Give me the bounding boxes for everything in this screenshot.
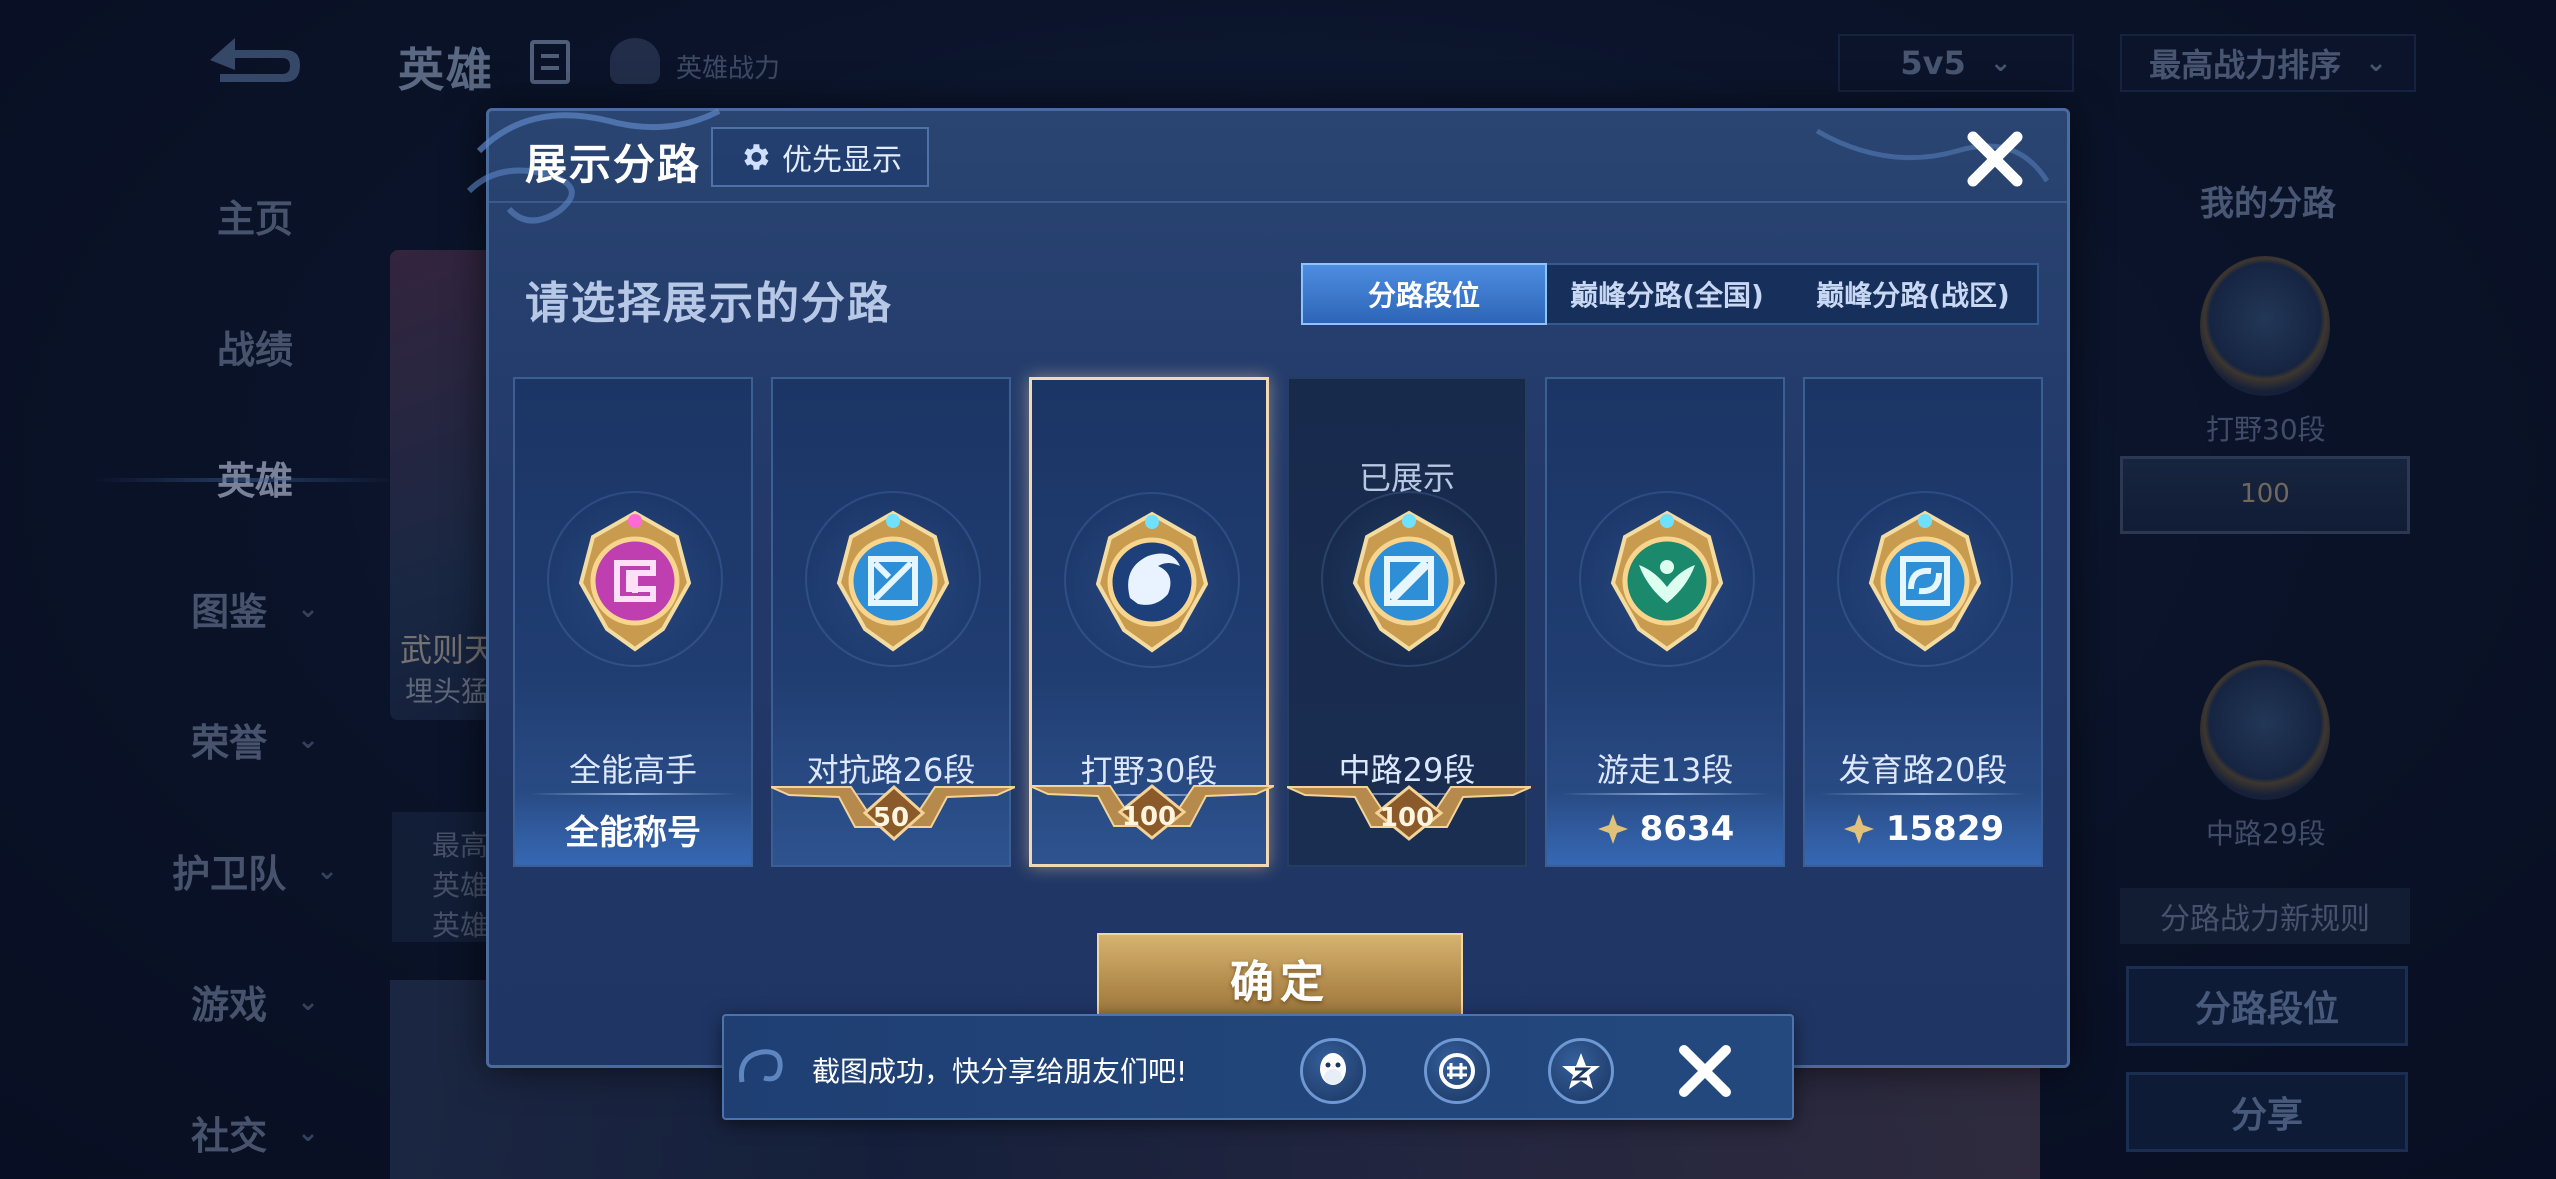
sort-dropdown[interactable]: 最高战力排序 ⌄ (2120, 34, 2416, 92)
farm-lane-emblem-icon (1868, 510, 1982, 652)
peak-points-value: 15829 (1885, 809, 2005, 849)
chevron-down-icon: ⌄ (297, 1117, 319, 1148)
nav-item-honor[interactable]: 荣誉 ⌄ (150, 674, 360, 805)
nav-item-hero[interactable]: 英雄 (90, 412, 400, 543)
nav-item-label: 荣誉 (191, 721, 268, 765)
lane-tabs: 分路段位 巅峰分路(全国) 巅峰分路(战区) (1301, 263, 2039, 325)
roam-wings-emblem-icon (1610, 510, 1724, 652)
rank-plate-value: 100 (2240, 479, 2290, 509)
list-icon[interactable] (530, 40, 570, 84)
lane-power-rule-link[interactable]: 分路战力新规则 (2120, 888, 2410, 944)
hero-subtitle: 埋头猛 (405, 675, 490, 708)
hero-power-icon (610, 38, 660, 84)
lane-card-jungle[interactable]: 打野30段 100 (1029, 377, 1274, 867)
nav-item-label: 主页 (216, 197, 293, 241)
sort-dropdown-value: 最高战力排序 (2149, 46, 2342, 84)
qq-icon[interactable] (1300, 1038, 1366, 1104)
chevron-down-icon: ⌄ (297, 986, 319, 1017)
lane-card-mid[interactable]: 已展示 中路29段 100 (1287, 377, 1531, 867)
rank-plate-value: 100 (1121, 802, 1177, 832)
rank-label: 打野30段 (2206, 413, 2326, 446)
lane-footer: 8634 (1547, 793, 1783, 865)
qzone-star-glyph (1562, 1053, 1600, 1089)
qzone-icon[interactable] (1548, 1038, 1614, 1104)
lane-footer: 全能称号 (515, 793, 751, 865)
lane-name: 游走13段 (1596, 751, 1734, 789)
tab-lane-rank[interactable]: 分路段位 (1301, 263, 1547, 325)
lane-card-row: 全能高手 全能称号 对抗路26段 50 打野30段 100 已展示 中路29段 … (513, 377, 2049, 881)
chevron-down-icon: ⌄ (2365, 48, 2387, 78)
chevron-down-icon: ⌄ (1989, 48, 2012, 78)
peak-points-icon (1843, 814, 1874, 844)
toast-message: 截图成功，快分享给朋友们吧! (812, 1055, 1188, 1088)
nav-item-game[interactable]: 游戏 ⌄ (150, 936, 360, 1067)
chevron-down-icon: ⌄ (297, 593, 319, 624)
peak-points-value: 8634 (1639, 809, 1735, 849)
rank-plate-value: 50 (872, 803, 910, 833)
modal-title: 展示分路 (525, 140, 702, 189)
priority-display-label: 优先显示 (782, 143, 902, 178)
my-lane-title: 我的分路 (2200, 184, 2336, 224)
lane-name: 发育路20段 (1838, 751, 2008, 789)
chevron-down-icon: ⌄ (316, 855, 338, 886)
gear-icon (744, 144, 769, 170)
modal-header: 展示分路 优先显示 (466, 108, 2067, 224)
tab-peak-region[interactable]: 巅峰分路(战区) (1789, 265, 2037, 323)
share-button[interactable]: 分享 (2126, 1072, 2408, 1152)
confirm-button[interactable]: 确定 (1097, 933, 1463, 1023)
nav-item-label: 护卫队 (172, 852, 287, 896)
screenshot-share-toast: 截图成功，快分享给朋友们吧! (722, 1014, 1794, 1120)
lane-name: 全能高手 (568, 751, 697, 789)
jungle-rank-badge-icon (2200, 256, 2330, 396)
rank-label: 中路29段 (2206, 817, 2326, 850)
close-icon[interactable] (1676, 1042, 1734, 1100)
mode-dropdown-value: 5v5 (1900, 44, 1966, 82)
cloud-swirl-icon (738, 1049, 783, 1083)
priority-display-button[interactable]: 优先显示 (711, 127, 929, 187)
close-icon[interactable] (1963, 127, 2027, 191)
back-arrow-icon[interactable] (190, 30, 310, 90)
rank-plate-value: 100 (1379, 803, 1435, 833)
rank-plate: 100 (2120, 456, 2410, 534)
modal-subtitle: 请选择展示的分路 (525, 278, 893, 329)
hero-power-label: 英雄战力 (676, 54, 781, 84)
hero-name: 武则天 (400, 631, 497, 669)
qq-penguin-glyph (1320, 1053, 1346, 1085)
nav-item-label: 图鉴 (191, 590, 268, 634)
mid-rank-badge-icon (2200, 660, 2330, 800)
nav-item-label: 战绩 (216, 328, 293, 372)
tab-peak-national[interactable]: 巅峰分路(全国) (1545, 265, 1789, 323)
clash-lane-emblem-icon (836, 510, 950, 652)
peak-points-icon (1597, 814, 1628, 844)
mid-lane-emblem-icon (1352, 510, 1466, 652)
nav-item-record[interactable]: 战绩 (150, 281, 360, 412)
nav-item-label: 社交 (191, 1114, 268, 1158)
allround-emblem-icon (578, 510, 692, 652)
mode-dropdown[interactable]: 5v5 ⌄ (1838, 34, 2074, 92)
nav-item-home[interactable]: 主页 (150, 150, 360, 281)
lane-footer: 15829 (1805, 793, 2041, 865)
allround-title-text: 全能称号 (565, 812, 701, 853)
nav-item-guide[interactable]: 图鉴 ⌄ (150, 543, 360, 674)
lane-card-allround[interactable]: 全能高手 全能称号 (513, 377, 753, 867)
lane-rank-button[interactable]: 分路段位 (2126, 966, 2408, 1046)
jungle-dragon-emblem-icon (1095, 511, 1209, 653)
wechat-moments-icon[interactable] (1424, 1038, 1490, 1104)
nav-item-label: 英雄 (216, 459, 293, 503)
lane-card-farm[interactable]: 发育路20段 15829 (1803, 377, 2043, 867)
nav-item-social[interactable]: 社交 ⌄ (150, 1067, 360, 1179)
lane-card-clash[interactable]: 对抗路26段 50 (771, 377, 1015, 867)
lane-display-modal: 展示分路 优先显示 请选择展示的分路 分路段位 巅峰分路(全国) 巅峰分路(战区… (466, 108, 2070, 1068)
moments-glyph (1439, 1053, 1475, 1089)
side-nav: 主页 战绩 英雄 图鉴 ⌄ 荣誉 ⌄ 护卫队 ⌄ 游戏 ⌄ 社交 ⌄ (90, 150, 400, 1179)
nav-item-guard[interactable]: 护卫队 ⌄ (150, 805, 360, 936)
cloud-swirl-icon (1815, 128, 2050, 183)
chevron-down-icon: ⌄ (297, 724, 319, 755)
nav-item-label: 游戏 (191, 983, 268, 1027)
lane-card-roam[interactable]: 游走13段 8634 (1545, 377, 1785, 867)
